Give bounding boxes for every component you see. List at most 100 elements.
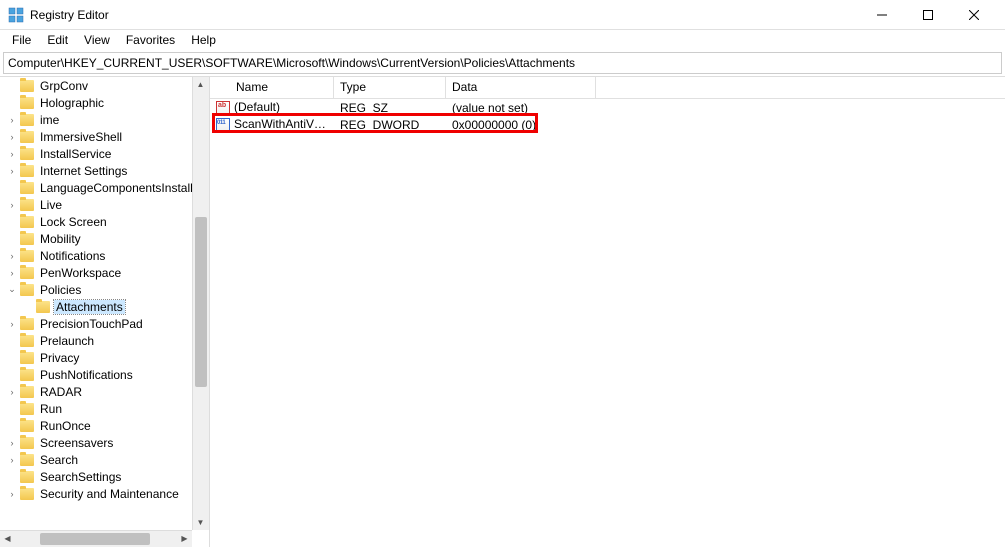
menu-favorites[interactable]: Favorites: [118, 31, 183, 49]
value-type: REG_DWORD: [334, 118, 446, 132]
scroll-up-arrow-icon[interactable]: ▲: [193, 77, 208, 92]
tree-item[interactable]: › RADAR: [0, 383, 209, 400]
column-header-name[interactable]: Name: [210, 77, 334, 98]
close-button[interactable]: [951, 0, 997, 30]
tree-item[interactable]: Privacy: [0, 349, 209, 366]
tree-item[interactable]: ›Search: [0, 451, 209, 468]
chevron-right-icon[interactable]: ›: [6, 454, 18, 466]
horizontal-scrollbar[interactable]: ◀ ▶: [0, 530, 192, 547]
tree-item[interactable]: › ImmersiveShell: [0, 128, 209, 145]
tree-item-label: Lock Screen: [38, 215, 109, 229]
tree-item[interactable]: › Live: [0, 196, 209, 213]
value-data: 0x00000000 (0): [446, 118, 596, 132]
tree-item[interactable]: Mobility: [0, 230, 209, 247]
vertical-scrollbar[interactable]: ▲ ▼: [192, 77, 209, 530]
folder-icon: [20, 233, 34, 245]
folder-icon: [20, 318, 34, 330]
list-row[interactable]: (Default)REG_SZ(value not set): [210, 99, 1005, 116]
folder-icon: [20, 199, 34, 211]
tree-item[interactable]: SearchSettings: [0, 468, 209, 485]
folder-icon: [20, 488, 34, 500]
chevron-right-icon[interactable]: ›: [6, 437, 18, 449]
folder-icon: [20, 148, 34, 160]
tree-item-label: SearchSettings: [38, 470, 123, 484]
tree-item[interactable]: ⌄Policies: [0, 281, 209, 298]
folder-icon: [20, 80, 34, 92]
chevron-right-icon[interactable]: ›: [6, 199, 18, 211]
folder-icon: [36, 301, 50, 313]
tree-item[interactable]: ›Notifications: [0, 247, 209, 264]
folder-icon: [20, 454, 34, 466]
chevron-right-icon[interactable]: ›: [6, 386, 18, 398]
chevron-right-icon[interactable]: ›: [6, 165, 18, 177]
tree-item[interactable]: Lock Screen: [0, 213, 209, 230]
tree-item[interactable]: › InstallService: [0, 145, 209, 162]
tree-item[interactable]: RunOnce: [0, 417, 209, 434]
maximize-button[interactable]: [905, 0, 951, 30]
column-header-type[interactable]: Type: [334, 77, 446, 98]
tree-panel: GrpConvHolographic›ime›ImmersiveShell›In…: [0, 77, 210, 547]
tree-item[interactable]: › PenWorkspace: [0, 264, 209, 281]
menu-help[interactable]: Help: [183, 31, 224, 49]
chevron-down-icon[interactable]: ⌄: [6, 284, 18, 296]
tree-item-label: GrpConv: [38, 79, 90, 93]
tree-item[interactable]: ›PrecisionTouchPad: [0, 315, 209, 332]
tree-item[interactable]: ›Internet Settings: [0, 162, 209, 179]
folder-icon: [20, 437, 34, 449]
menu-edit[interactable]: Edit: [39, 31, 76, 49]
folder-icon: [20, 335, 34, 347]
minimize-button[interactable]: [859, 0, 905, 30]
tree-item[interactable]: Prelaunch: [0, 332, 209, 349]
folder-icon: [20, 369, 34, 381]
chevron-right-icon[interactable]: ›: [6, 267, 18, 279]
tree-item-label: Prelaunch: [38, 334, 96, 348]
list-row[interactable]: ScanWithAntiVir... REG_DWORD0x00000000 (0…: [210, 116, 1005, 133]
tree-item-label: Mobility: [38, 232, 83, 246]
tree-item[interactable]: GrpConv: [0, 77, 209, 94]
window-title: Registry Editor: [30, 8, 859, 22]
tree-item-label: PushNotifications: [38, 368, 135, 382]
chevron-right-icon[interactable]: ›: [6, 114, 18, 126]
tree-item-label: ImmersiveShell: [38, 130, 124, 144]
folder-icon: [20, 386, 34, 398]
scrollbar-thumb[interactable]: [195, 217, 207, 387]
tree-item[interactable]: Attachments: [0, 298, 209, 315]
folder-icon: [20, 216, 34, 228]
menubar: File Edit View Favorites Help: [0, 30, 1005, 50]
regedit-icon: [8, 7, 24, 23]
tree-item[interactable]: PushNotifications: [0, 366, 209, 383]
list-panel: Name Type Data (Default)REG_SZ(value not…: [210, 77, 1005, 547]
chevron-right-icon[interactable]: ›: [6, 131, 18, 143]
value-data: (value not set): [446, 101, 596, 115]
chevron-right-icon[interactable]: ›: [6, 488, 18, 500]
address-bar[interactable]: Computer\HKEY_CURRENT_USER\SOFTWARE\Micr…: [3, 52, 1002, 74]
scroll-right-arrow-icon[interactable]: ▶: [177, 531, 192, 546]
tree-item[interactable]: Run: [0, 400, 209, 417]
tree-item[interactable]: ›Security and Maintenance: [0, 485, 209, 502]
chevron-right-icon[interactable]: ›: [6, 318, 18, 330]
value-name: (Default): [234, 100, 280, 114]
folder-icon: [20, 165, 34, 177]
tree-content[interactable]: GrpConvHolographic›ime›ImmersiveShell›In…: [0, 77, 209, 547]
tree-item[interactable]: Holographic: [0, 94, 209, 111]
menu-file[interactable]: File: [4, 31, 39, 49]
tree-item[interactable]: ›ime: [0, 111, 209, 128]
menu-view[interactable]: View: [76, 31, 118, 49]
window-controls: [859, 0, 997, 30]
tree-item-label: RADAR: [38, 385, 84, 399]
chevron-right-icon[interactable]: ›: [6, 148, 18, 160]
value-name: ScanWithAntiVir...: [234, 117, 330, 131]
scroll-left-arrow-icon[interactable]: ◀: [0, 531, 15, 546]
tree-item-label: InstallService: [38, 147, 113, 161]
folder-icon: [20, 403, 34, 415]
column-header-data[interactable]: Data: [446, 77, 596, 98]
tree-item[interactable]: LanguageComponentsInstaller: [0, 179, 209, 196]
tree-item-label: Live: [38, 198, 64, 212]
scroll-down-arrow-icon[interactable]: ▼: [193, 515, 208, 530]
folder-icon: [20, 471, 34, 483]
scrollbar-thumb[interactable]: [40, 533, 150, 545]
tree-item[interactable]: ›Screensavers: [0, 434, 209, 451]
tree-item-label: LanguageComponentsInstaller: [38, 181, 205, 195]
tree-item-label: PenWorkspace: [38, 266, 123, 280]
chevron-right-icon[interactable]: ›: [6, 250, 18, 262]
